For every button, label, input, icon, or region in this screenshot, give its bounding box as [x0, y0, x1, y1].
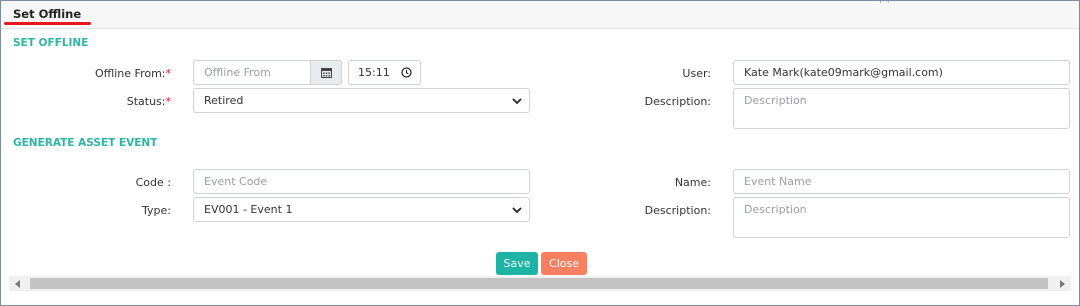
set-offline-dialog: Set Offline · · SET OFFLINE Offline From…: [0, 0, 1080, 306]
code-label: Code :: [135, 176, 171, 189]
chevron-down-icon: [512, 98, 522, 105]
user-label: User:: [682, 67, 711, 80]
section-title-asset-event: GENERATE ASSET EVENT: [13, 137, 158, 149]
clock-icon: [401, 67, 412, 78]
offline-from-time-input[interactable]: 15:11: [348, 60, 421, 85]
scroll-right-arrow-icon[interactable]: [1060, 280, 1065, 288]
dialog-header: Set Offline · ·: [1, 0, 1079, 29]
event-name-input[interactable]: Event Name: [733, 169, 1070, 194]
description-label: Description:: [644, 95, 711, 108]
calendar-button[interactable]: [310, 60, 342, 85]
event-description-textarea[interactable]: Description: [733, 197, 1070, 238]
title-underline: [4, 22, 91, 25]
dialog-title: Set Offline: [13, 7, 82, 21]
save-button[interactable]: Save: [496, 252, 538, 275]
chevron-down-icon: [512, 207, 522, 214]
required-mark: *: [165, 95, 172, 108]
status-label: Status:*: [126, 95, 172, 108]
scroll-left-arrow-icon[interactable]: [15, 280, 20, 288]
required-mark: *: [165, 67, 172, 80]
event-code-input[interactable]: Event Code: [193, 169, 530, 194]
event-type-select[interactable]: EV001 - Event 1: [193, 197, 530, 222]
close-button[interactable]: Close: [541, 252, 587, 275]
horizontal-scrollbar[interactable]: [9, 276, 1071, 291]
offline-from-date-input[interactable]: Offline From: [193, 60, 311, 85]
description-textarea[interactable]: Description: [733, 88, 1070, 129]
header-dots: · ·: [879, 0, 891, 8]
name-label: Name:: [674, 176, 711, 189]
scrollbar-thumb[interactable]: [30, 278, 1048, 289]
offline-from-label: Offline From:*: [94, 67, 172, 80]
event-description-label: Description:: [644, 204, 711, 217]
status-select[interactable]: Retired: [193, 88, 530, 113]
type-label: Type:: [142, 204, 171, 217]
user-field[interactable]: Kate Mark(kate09mark@gmail.com): [733, 60, 1070, 85]
calendar-icon: [321, 68, 332, 78]
section-title-set-offline: SET OFFLINE: [13, 37, 89, 49]
